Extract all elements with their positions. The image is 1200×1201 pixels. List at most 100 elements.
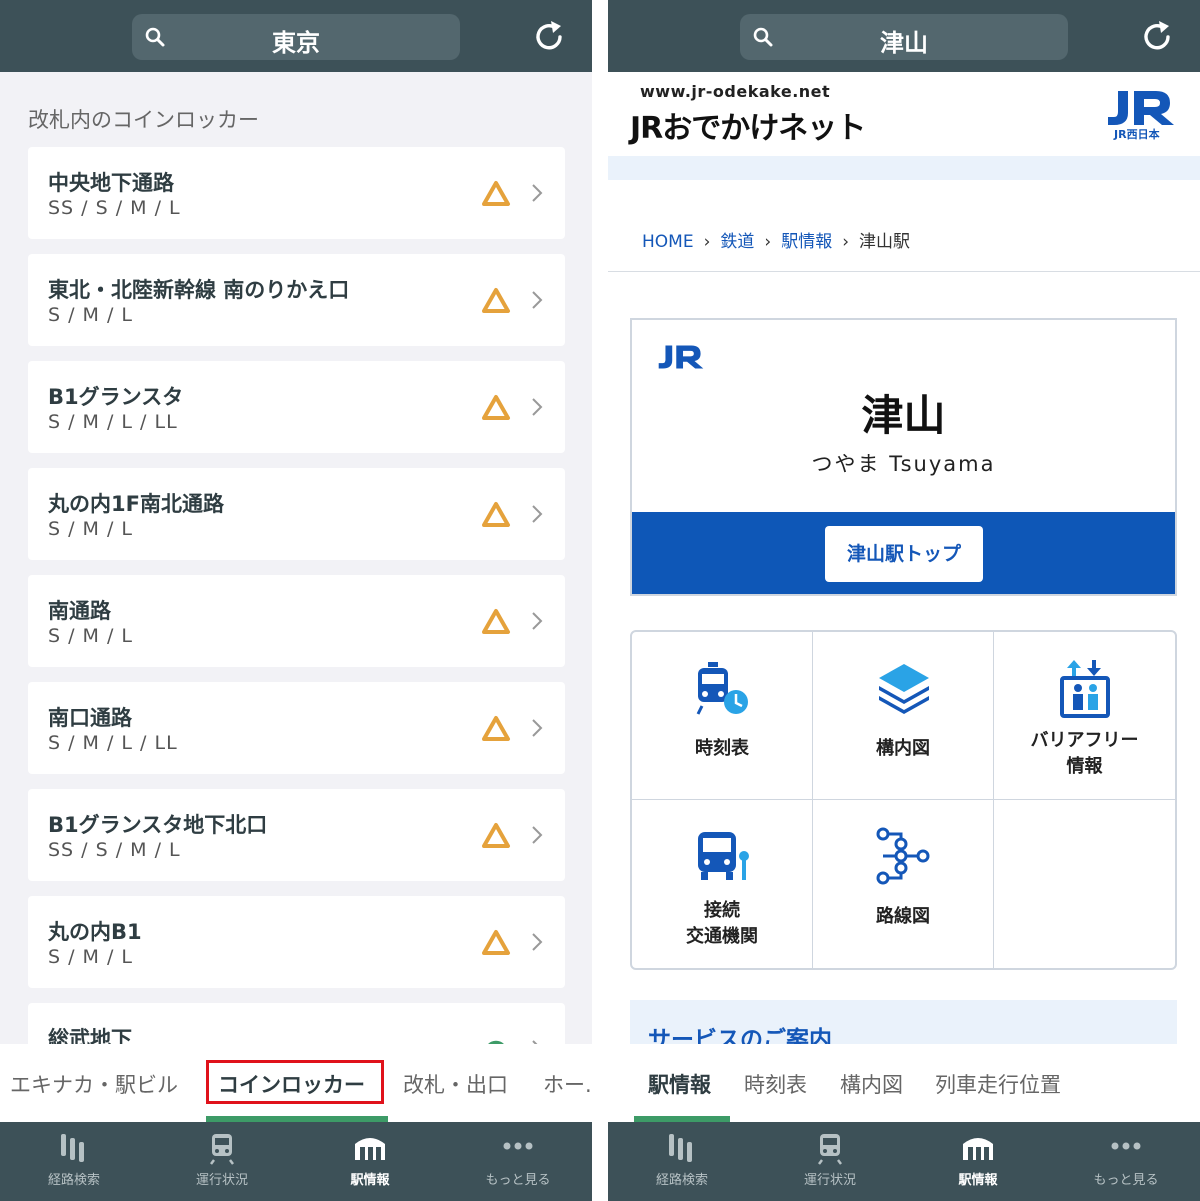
locker-name: 中央地下通路	[48, 171, 174, 195]
chevron-right-icon	[532, 719, 543, 737]
nav-label: 駅情報	[958, 1173, 998, 1188]
train-icon	[210, 1134, 234, 1165]
locker-card[interactable]: 中央地下通路 SS / S / M / L	[28, 147, 565, 239]
nav-more[interactable]: もっと見る	[444, 1122, 592, 1201]
menu-label: バリアフリー 情報	[1030, 730, 1139, 777]
nav-station-info[interactable]: 駅情報	[296, 1122, 444, 1201]
right-screen: 津山 www.jr-odekake.net JRおでかけネット JR西日本 HO…	[608, 0, 1200, 1201]
triangle-status-icon	[482, 930, 510, 955]
reload-icon[interactable]	[530, 18, 568, 56]
breadcrumb-home[interactable]: HOME	[642, 232, 694, 252]
search-value: 津山	[880, 29, 928, 57]
chevron-right-icon	[532, 826, 543, 844]
locker-sizes: SS / S / M / L	[48, 839, 181, 861]
tab-ekinaka[interactable]: エキナカ・駅ビル	[10, 1069, 178, 1099]
tab-gates-exits[interactable]: 改札・出口	[403, 1069, 508, 1099]
locker-card[interactable]: 丸の内1F南北通路 S / M / L	[28, 468, 565, 560]
station-icon	[963, 1138, 993, 1160]
nav-label: 経路検索	[655, 1173, 708, 1188]
menu-timetable[interactable]: 時刻表	[632, 632, 813, 800]
station-name: 津山	[861, 391, 946, 440]
tab-station-info[interactable]: 駅情報	[648, 1069, 711, 1099]
nav-station-info[interactable]: 駅情報	[904, 1122, 1052, 1201]
left-screen: 東京 改札内のコインロッカー 中央地下通路 SS / S / M / L 東北・北陸…	[0, 0, 592, 1201]
triangle-status-icon	[482, 716, 510, 741]
chevron-right-icon: ›	[842, 232, 850, 252]
company-name: JR西日本	[1114, 128, 1160, 141]
locker-card[interactable]: 東北・北陸新幹線 南のりかえ口 S / M / L	[28, 254, 565, 346]
nav-label: 駅情報	[350, 1173, 390, 1188]
tab-timetable[interactable]: 時刻表	[744, 1069, 807, 1099]
station-search-box[interactable]: 東京	[132, 14, 460, 60]
nav-route-search[interactable]: 経路検索	[0, 1122, 148, 1201]
tab-floor-map[interactable]: 構内図	[840, 1069, 903, 1099]
locker-name: B1グランスタ	[48, 385, 184, 409]
menu-connections[interactable]: 接続 交通機関	[632, 800, 813, 968]
reload-icon[interactable]	[1138, 18, 1176, 56]
divider	[608, 271, 1200, 272]
sub-tab-bar: 駅情報 時刻表 構内図 列車走行位置	[608, 1044, 1200, 1122]
train-icon	[818, 1134, 842, 1165]
header-strip	[608, 156, 1200, 180]
bus-icon	[698, 832, 749, 880]
top-bar: 津山	[608, 0, 1200, 72]
breadcrumb-station-info[interactable]: 駅情報	[781, 232, 832, 252]
triangle-status-icon	[482, 288, 510, 313]
jr-mark-icon	[658, 345, 704, 369]
breadcrumb-railway[interactable]: 鉄道	[720, 232, 754, 252]
locker-name: 南口通路	[48, 706, 132, 730]
nav-label: もっと見る	[485, 1173, 551, 1188]
station-top-button[interactable]: 津山駅トップ	[825, 526, 983, 582]
route-bars-icon	[61, 1134, 84, 1162]
layers-icon	[879, 664, 929, 714]
nav-service-status[interactable]: 運行状況	[756, 1122, 904, 1201]
station-band: 津山駅トップ	[632, 512, 1175, 594]
station-card: 津山 つやま Tsuyama 津山駅トップ	[630, 318, 1177, 596]
locker-card[interactable]: B1グランスタ S / M / L / LL	[28, 361, 565, 453]
route-bars-icon	[669, 1134, 692, 1162]
tab-home[interactable]: ホー...	[543, 1069, 592, 1099]
station-menu-grid: 時刻表 構内図 バリアフリー 情報 接続 交通機関 路線図	[630, 630, 1177, 970]
highlight-frame	[206, 1060, 384, 1104]
more-icon	[1111, 1142, 1141, 1150]
locker-name: B1グランスタ地下北口	[48, 813, 268, 837]
site-logo[interactable]: JRおでかけネット	[630, 103, 866, 147]
locker-sizes: S / M / L	[48, 518, 133, 540]
station-search-box[interactable]: 津山	[740, 14, 1068, 60]
locker-sizes: S / M / L	[48, 304, 133, 326]
section-title: 改札内のコインロッカー	[28, 108, 259, 132]
locker-card[interactable]: B1グランスタ地下北口 SS / S / M / L	[28, 789, 565, 881]
chevron-right-icon	[532, 291, 543, 309]
chevron-right-icon	[532, 398, 543, 416]
locker-sizes: S / M / L / LL	[48, 732, 178, 754]
locker-card[interactable]: 南通路 S / M / L	[28, 575, 565, 667]
nav-route-search[interactable]: 経路検索	[608, 1122, 756, 1201]
menu-label: 構内図	[876, 738, 930, 759]
menu-route-map[interactable]: 路線図	[813, 800, 994, 968]
breadcrumb: HOME › 鉄道 › 駅情報 › 津山駅	[642, 227, 910, 252]
locker-card[interactable]: 南口通路 S / M / L / LL	[28, 682, 565, 774]
station-reading: つやま Tsuyama	[811, 452, 996, 476]
locker-name: 丸の内1F南北通路	[48, 492, 224, 516]
locker-sizes: S / M / L	[48, 946, 133, 968]
menu-barrier-free[interactable]: バリアフリー 情報	[994, 632, 1175, 800]
locker-name: 南通路	[48, 599, 111, 623]
nav-more[interactable]: もっと見る	[1052, 1122, 1200, 1201]
triangle-status-icon	[482, 395, 510, 420]
top-bar: 東京	[0, 0, 592, 72]
menu-label: 路線図	[876, 906, 930, 927]
locker-sizes: S / M / L	[48, 625, 133, 647]
chevron-right-icon	[532, 505, 543, 523]
train-clock-icon	[696, 662, 748, 715]
triangle-status-icon	[482, 823, 510, 848]
locker-card[interactable]: 丸の内B1 S / M / L	[28, 896, 565, 988]
menu-floor-map[interactable]: 構内図	[813, 632, 994, 800]
nav-service-status[interactable]: 運行状況	[148, 1122, 296, 1201]
locker-sizes: SS / S / M / L	[48, 197, 181, 219]
nav-label: 経路検索	[47, 1173, 100, 1188]
tab-train-position[interactable]: 列車走行位置	[935, 1069, 1061, 1099]
chevron-right-icon	[532, 184, 543, 202]
menu-empty-cell	[994, 800, 1175, 968]
sub-tab-bar: エキナカ・駅ビル コインロッカー 改札・出口 ホー...	[0, 1044, 592, 1122]
triangle-status-icon	[482, 609, 510, 634]
